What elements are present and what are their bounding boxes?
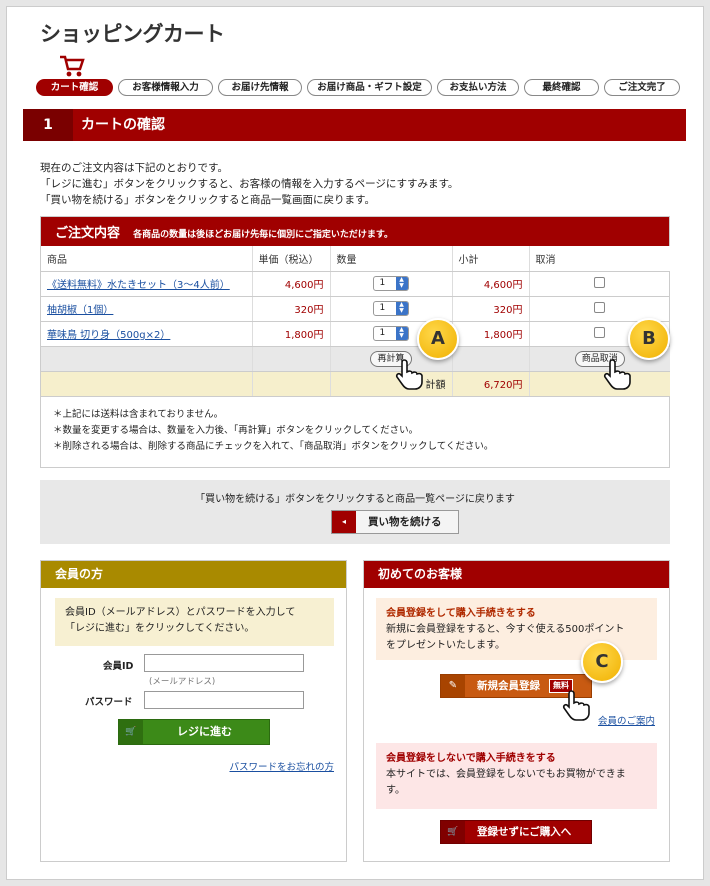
step-cart-confirm: カート確認 bbox=[36, 79, 113, 96]
member-id-label: 会員ID bbox=[103, 661, 134, 672]
product-link[interactable]: 柚胡椒（1個） bbox=[47, 305, 113, 316]
unit-price: 1,800円 bbox=[252, 321, 331, 347]
order-subtitle: 各商品の数量は後ほどお届け先毎に個別にご指定いただけます。 bbox=[133, 230, 394, 240]
intro-line: 「買い物を続ける」ボタンをクリックすると商品一覧画面に戻ります。 bbox=[40, 194, 375, 206]
table-header-row: 商品 単価（税込） 数量 小計 取消 bbox=[41, 246, 670, 272]
total-value: 6,720円 bbox=[452, 371, 530, 397]
guest-heading: 会員登録をしないで購入手続きをする bbox=[386, 753, 556, 764]
table-row: 華味鳥 切り身（500g×2） 1,800円 1 ▲ ▼ 1,800円 bbox=[41, 321, 670, 347]
guest-checkout-button[interactable]: 🛒 登録せずにご購入へ bbox=[440, 820, 592, 844]
callout-badge-b: B bbox=[628, 318, 670, 360]
step-payment: お支払い方法 bbox=[437, 79, 519, 96]
step-delivery-info: お届け先情報 bbox=[218, 79, 302, 96]
callout-badge-a: A bbox=[417, 318, 459, 360]
note-line: ＊上記には送料は含まれておりません。 bbox=[53, 408, 224, 420]
member-panel: 会員の方 会員ID（メールアドレス）とパスワードを入力して 「レジに進む」をクリ… bbox=[40, 560, 347, 862]
intro-text: 現在のご注文内容は下記のとおりです。 「レジに進む」ボタンをクリックすると、お客… bbox=[40, 160, 458, 208]
step-customer-info: お客様情報入力 bbox=[118, 79, 213, 96]
section-header: 1 カートの確認 bbox=[23, 109, 686, 141]
col-unit-price: 単価（税込） bbox=[252, 246, 331, 272]
col-quantity: 数量 bbox=[330, 246, 453, 272]
continue-shopping-label: 買い物を続ける bbox=[368, 516, 442, 528]
note-line: ＊削除される場合は、削除する商品にチェックを入れて、「商品取消」ボタンをクリック… bbox=[53, 440, 494, 452]
member-guide-link[interactable]: 会員のご案内 bbox=[598, 713, 655, 727]
intro-line: 「レジに進む」ボタンをクリックすると、お客様の情報を入力するページにすすみます。 bbox=[40, 178, 459, 190]
note-line: ＊数量を変更する場合は、数量を入力後、「再計算」ボタンをクリックしてください。 bbox=[53, 424, 419, 436]
order-header: ご注文内容 各商品の数量は後ほどお届け先毎に個別にご指定いただけます。 bbox=[41, 217, 669, 246]
intro-line: 現在のご注文内容は下記のとおりです。 bbox=[40, 162, 228, 174]
register-heading: 会員登録をして購入手続きをする bbox=[386, 608, 536, 619]
quantity-value: 1 bbox=[379, 303, 386, 313]
guest-checkout-label: 登録せずにご購入へ bbox=[477, 826, 572, 838]
quantity-value: 1 bbox=[379, 278, 386, 288]
col-product: 商品 bbox=[41, 246, 253, 272]
col-cancel: 取消 bbox=[529, 246, 670, 272]
action-row: 再計算 商品取消 bbox=[41, 346, 670, 372]
continue-message: 「買い物を続ける」ボタンをクリックすると商品一覧ページに戻ります bbox=[195, 494, 515, 505]
pointer-hand-icon bbox=[603, 359, 631, 390]
order-title: ご注文内容 bbox=[55, 226, 121, 241]
spinner-arrows-icon: ▲ ▼ bbox=[395, 277, 408, 290]
step-complete: ご注文完了 bbox=[604, 79, 680, 96]
cart-icon: 🛒 bbox=[441, 821, 465, 843]
back-arrow-icon: ◂ bbox=[332, 511, 356, 533]
unit-price: 320円 bbox=[252, 296, 331, 322]
total-row: 計額 6,720円 bbox=[41, 371, 670, 397]
table-row: 《送料無料》水たきセット（3〜4人前） 4,600円 1 ▲ ▼ 4,600円 bbox=[41, 271, 670, 297]
quantity-select[interactable]: 1 ▲ ▼ bbox=[372, 326, 409, 341]
pencil-icon: ✎ bbox=[441, 675, 465, 697]
pointer-hand-icon bbox=[395, 359, 423, 390]
product-link[interactable]: 華味鳥 切り身（500g×2） bbox=[47, 330, 170, 341]
cancel-checkbox[interactable] bbox=[594, 301, 606, 313]
order-notes: ＊上記には送料は含まれておりません。 ＊数量を変更する場合は、数量を入力後、「再… bbox=[41, 397, 669, 465]
col-subtotal: 小計 bbox=[452, 246, 530, 272]
continue-shopping-button[interactable]: ◂ 買い物を続ける bbox=[331, 510, 459, 534]
member-note-line: 会員ID（メールアドレス）とパスワードを入力して bbox=[65, 607, 296, 618]
cart-icon bbox=[60, 55, 85, 77]
quantity-select[interactable]: 1 ▲ ▼ bbox=[372, 301, 409, 316]
callout-badge-c: C bbox=[581, 641, 623, 683]
guest-text: 本サイトでは、会員登録をしないでもお買物ができま bbox=[386, 769, 626, 780]
subtotal: 320円 bbox=[452, 296, 530, 322]
guest-text: す。 bbox=[386, 785, 405, 796]
new-customer-title: 初めてのお客様 bbox=[364, 561, 669, 588]
step-gift-settings: お届け商品・ギフト設定 bbox=[307, 79, 432, 96]
total-label: 計額 bbox=[330, 371, 453, 397]
login-checkout-button[interactable]: 🛒 レジに進む bbox=[118, 719, 270, 745]
login-checkout-label: レジに進む bbox=[177, 725, 232, 738]
section-label: カートの確認 bbox=[81, 117, 165, 133]
new-customer-panel: 初めてのお客様 会員登録をして購入手続きをする 新規に会員登録をすると、今すぐ使… bbox=[363, 560, 670, 862]
spinner-arrows-icon: ▲ ▼ bbox=[395, 327, 408, 340]
step-final-confirm: 最終確認 bbox=[524, 79, 599, 96]
register-text: 新規に会員登録をすると、今すぐ使える500ポイント bbox=[386, 624, 625, 635]
quantity-select[interactable]: 1 ▲ ▼ bbox=[372, 276, 409, 291]
password-label: パスワード bbox=[85, 697, 133, 708]
spinner-arrows-icon: ▲ ▼ bbox=[395, 302, 408, 315]
unit-price: 4,600円 bbox=[252, 271, 331, 297]
subtotal: 1,800円 bbox=[452, 321, 530, 347]
guest-box: 会員登録をしないで購入手続きをする 本サイトでは、会員登録をしないでもお買物がで… bbox=[376, 743, 657, 809]
order-table: 商品 単価（税込） 数量 小計 取消 《送料無料》水たきセット（3〜4人前） 4… bbox=[41, 246, 670, 397]
pointer-hand-icon bbox=[562, 690, 590, 721]
password-input[interactable] bbox=[144, 691, 304, 709]
member-note: 会員ID（メールアドレス）とパスワードを入力して 「レジに進む」をクリックしてく… bbox=[55, 598, 334, 646]
order-panel: ご注文内容 各商品の数量は後ほどお届け先毎に個別にご指定いただけます。 商品 単… bbox=[40, 216, 670, 468]
member-note-line: 「レジに進む」をクリックしてください。 bbox=[65, 623, 255, 634]
member-title: 会員の方 bbox=[41, 561, 346, 588]
progress-steps: カート確認 お客様情報入力 お届け先情報 お届け商品・ギフト設定 お支払い方法 … bbox=[36, 79, 680, 96]
product-link[interactable]: 《送料無料》水たきセット（3〜4人前） bbox=[47, 280, 230, 291]
subtotal: 4,600円 bbox=[452, 271, 530, 297]
cancel-checkbox[interactable] bbox=[594, 276, 606, 288]
page-title: ショッピングカート bbox=[40, 22, 225, 46]
cart-icon: 🛒 bbox=[119, 720, 143, 744]
table-row: 柚胡椒（1個） 320円 1 ▲ ▼ 320円 bbox=[41, 296, 670, 322]
forgot-password-link[interactable]: パスワードをお忘れの方 bbox=[229, 759, 334, 773]
member-id-input[interactable] bbox=[144, 654, 304, 672]
quantity-value: 1 bbox=[379, 328, 386, 338]
register-button-label: 新規会員登録 bbox=[477, 680, 540, 692]
continue-shopping-panel: 「買い物を続ける」ボタンをクリックすると商品一覧ページに戻ります ◂ 買い物を続… bbox=[40, 480, 670, 544]
cancel-checkbox[interactable] bbox=[594, 326, 606, 338]
section-number: 1 bbox=[23, 109, 73, 141]
member-id-hint: (メールアドレス) bbox=[149, 677, 216, 687]
